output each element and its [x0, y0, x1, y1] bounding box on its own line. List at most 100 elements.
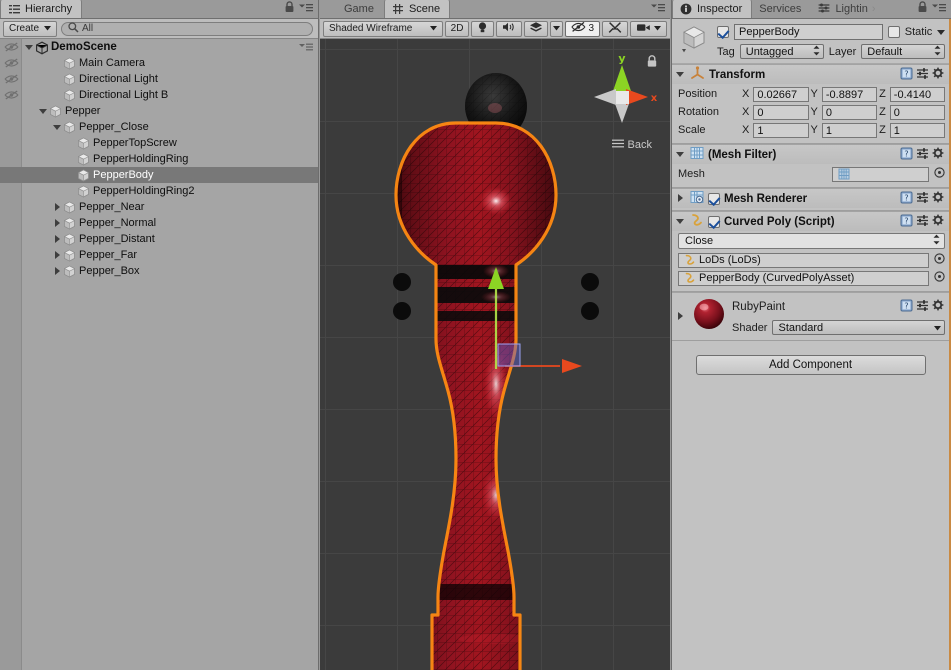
preset-icon[interactable] — [916, 191, 929, 207]
curved-poly-mode-dropdown[interactable]: Close — [678, 233, 945, 249]
scene-lighting-toggle[interactable] — [471, 20, 495, 37]
curved-poly-enabled-checkbox[interactable] — [708, 215, 720, 228]
foldout-twirl-icon[interactable] — [675, 193, 686, 204]
hierarchy-item-peppertopscrew[interactable]: PepperTopScrew — [0, 135, 318, 151]
transform-rotation-z[interactable]: 0 — [889, 104, 945, 120]
scene-gizmo-lock-icon[interactable] — [646, 55, 658, 71]
tab-inspector[interactable]: Inspector — [672, 0, 753, 18]
hierarchy-item-pepper-distant[interactable]: Pepper_Distant — [0, 231, 318, 247]
twirl-icon[interactable] — [52, 202, 63, 213]
twirl-icon[interactable] — [52, 266, 63, 277]
tab-hierarchy[interactable]: Hierarchy — [0, 0, 83, 18]
mesh-renderer-enabled-checkbox[interactable] — [708, 192, 720, 205]
twirl-icon[interactable] — [24, 42, 35, 53]
mesh-object-field[interactable] — [831, 166, 929, 182]
preset-icon[interactable] — [916, 214, 929, 230]
hierarchy-item-demoscene[interactable]: DemoScene — [0, 39, 318, 55]
scene-view-orientation-label[interactable]: Back — [611, 139, 652, 151]
help-icon[interactable]: ? — [900, 67, 913, 83]
toggle-2d-button[interactable]: 2D — [444, 20, 470, 37]
scene-context-menu-icon[interactable] — [651, 2, 665, 16]
hierarchy-item-pepper-far[interactable]: Pepper_Far — [0, 247, 318, 263]
hierarchy-item-pepper[interactable]: Pepper — [0, 103, 318, 119]
twirl-icon[interactable] — [52, 234, 63, 245]
lods-object-field[interactable]: LoDs (LoDs) — [678, 252, 929, 268]
twirl-icon[interactable] — [52, 122, 63, 133]
tag-dropdown[interactable]: Untagged — [739, 44, 824, 59]
add-component-button[interactable]: Add Component — [695, 355, 926, 375]
gameobject-name-input[interactable]: PepperBody — [734, 24, 883, 40]
preset-icon[interactable] — [916, 299, 929, 315]
hierarchy-item-pepper-close[interactable]: Pepper_Close — [0, 119, 318, 135]
mesh-object-picker-icon[interactable] — [934, 167, 945, 181]
tab-lighting[interactable]: Lightin › — [811, 0, 885, 18]
visibility-toggle-icon[interactable] — [4, 72, 19, 86]
transform-rotation-x[interactable]: 0 — [753, 104, 809, 120]
twirl-icon[interactable] — [52, 250, 63, 261]
asset-object-field[interactable]: PepperBody (CurvedPolyAsset) — [678, 270, 929, 286]
transform-scale-z[interactable]: 1 — [889, 122, 945, 138]
scene-fx-dropdown[interactable] — [550, 20, 564, 37]
material-foldout-twirl-icon[interactable] — [675, 311, 686, 322]
preset-icon[interactable] — [916, 147, 929, 163]
transform-position-x[interactable]: 0.02667 — [753, 86, 809, 102]
component-transform-header[interactable]: Transform ? — [672, 65, 949, 84]
twirl-icon[interactable] — [38, 106, 49, 117]
hierarchy-item-pepper-normal[interactable]: Pepper_Normal — [0, 215, 318, 231]
static-dropdown-icon[interactable] — [937, 29, 946, 35]
gear-icon[interactable] — [932, 299, 945, 315]
gear-icon[interactable] — [932, 147, 945, 163]
component-mesh-filter-header[interactable]: (Mesh Filter) ? — [672, 145, 949, 164]
help-icon[interactable]: ? — [900, 214, 913, 230]
preset-icon[interactable] — [916, 67, 929, 83]
hierarchy-item-main-camera[interactable]: Main Camera — [0, 55, 318, 71]
create-button[interactable]: Create — [3, 20, 58, 37]
draw-mode-dropdown[interactable]: Shaded Wireframe — [323, 20, 443, 37]
gear-icon[interactable] — [932, 191, 945, 207]
inspector-lock-icon[interactable] — [917, 1, 928, 16]
static-checkbox[interactable] — [887, 26, 900, 38]
visibility-toggle-icon[interactable] — [4, 40, 19, 54]
scene-camera-dropdown[interactable] — [630, 20, 667, 37]
foldout-twirl-icon[interactable] — [675, 69, 686, 80]
search-input[interactable]: All — [61, 21, 313, 36]
tab-game[interactable]: Game — [320, 0, 384, 18]
hierarchy-item-pepperbody[interactable]: PepperBody — [0, 167, 318, 183]
transform-scale-y[interactable]: 1 — [821, 122, 878, 138]
help-icon[interactable]: ? — [900, 299, 913, 315]
transform-scale-x[interactable]: 1 — [753, 122, 809, 138]
tab-scene[interactable]: Scene — [383, 0, 451, 18]
foldout-twirl-icon[interactable] — [675, 149, 686, 160]
hierarchy-item-pepperholdingring[interactable]: PepperHoldingRing — [0, 151, 318, 167]
hierarchy-item-pepper-box[interactable]: Pepper_Box — [0, 263, 318, 279]
transform-rotation-y[interactable]: 0 — [821, 104, 878, 120]
component-mesh-renderer-header[interactable]: Mesh Renderer ? — [672, 189, 949, 208]
gear-icon[interactable] — [932, 67, 945, 83]
hierarchy-item-pepper-near[interactable]: Pepper_Near — [0, 199, 318, 215]
visibility-toggle-icon[interactable] — [4, 56, 19, 70]
gear-icon[interactable] — [932, 214, 945, 230]
hidden-objects-toggle[interactable]: 3 — [565, 20, 600, 37]
foldout-twirl-icon[interactable] — [675, 216, 686, 227]
hierarchy-tree[interactable]: DemoScene Main Camera Directional Light Dir… — [0, 39, 318, 670]
transform-position-z[interactable]: -0.4140 — [889, 86, 945, 102]
gameobject-enabled-checkbox[interactable] — [717, 26, 729, 38]
visibility-toggle-icon[interactable] — [4, 88, 19, 102]
twirl-icon[interactable] — [52, 218, 63, 229]
component-curved-poly-header[interactable]: Curved Poly (Script) ? — [672, 212, 949, 231]
gizmos-dropdown[interactable] — [602, 20, 628, 37]
transform-position-y[interactable]: -0.8897 — [821, 86, 878, 102]
scene-fx-toggle[interactable] — [524, 20, 549, 37]
scene-context-menu-icon[interactable] — [299, 42, 313, 55]
hierarchy-context-menu-icon[interactable] — [299, 2, 313, 16]
shader-dropdown[interactable]: Standard — [772, 320, 945, 335]
asset-object-picker-icon[interactable] — [934, 271, 945, 285]
inspector-context-menu-icon[interactable] — [932, 2, 946, 16]
help-icon[interactable]: ? — [900, 191, 913, 207]
hierarchy-item-directional-light[interactable]: Directional Light — [0, 71, 318, 87]
lods-object-picker-icon[interactable] — [934, 253, 945, 267]
hierarchy-lock-icon[interactable] — [284, 1, 295, 16]
hierarchy-item-pepperholdingring2[interactable]: PepperHoldingRing2 — [0, 183, 318, 199]
layer-dropdown[interactable]: Default — [861, 44, 946, 59]
hierarchy-item-directional-light-b[interactable]: Directional Light B — [0, 87, 318, 103]
